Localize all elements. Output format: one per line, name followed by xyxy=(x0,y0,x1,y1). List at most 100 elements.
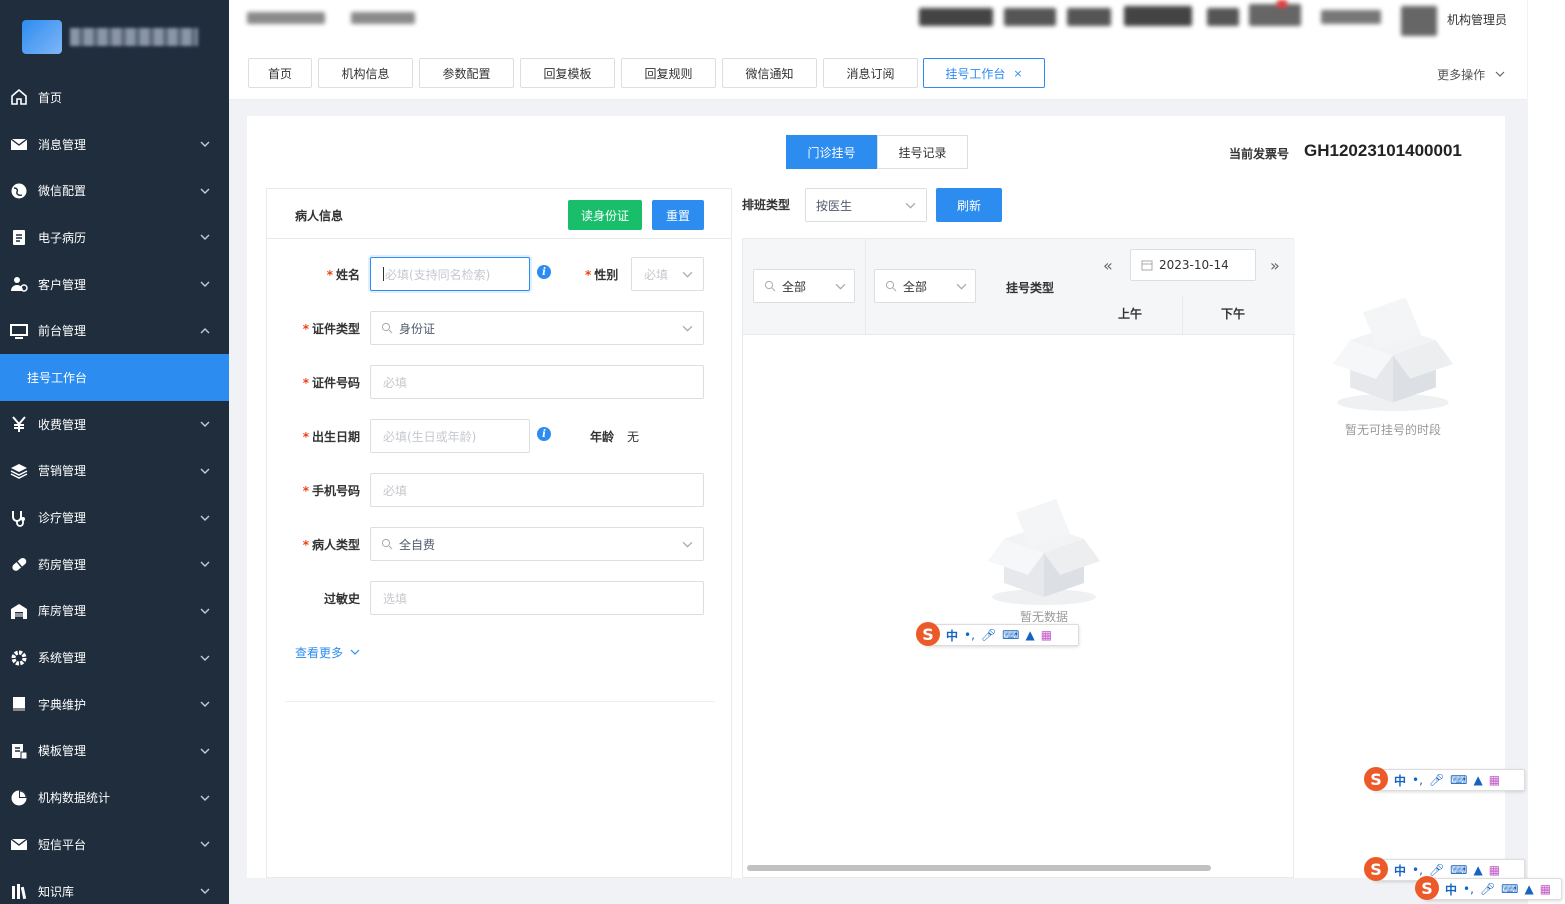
schedule-type-select[interactable]: 按医生 xyxy=(805,188,927,222)
sidebar-item-label: 收费管理 xyxy=(38,417,87,432)
user-name[interactable]: 机构管理员 xyxy=(1447,11,1507,28)
ime-mode-label[interactable]: 中 xyxy=(946,627,958,644)
ime-mode-label[interactable]: 中 xyxy=(1394,772,1406,789)
horizontal-scrollbar[interactable] xyxy=(747,865,1211,871)
allergy-row: 过敏史 选填 xyxy=(267,581,733,615)
skin-icon[interactable]: ▲ xyxy=(1473,773,1482,787)
keyboard-icon[interactable]: ⌨ xyxy=(1450,773,1467,787)
reset-button[interactable]: 重置 xyxy=(652,200,704,230)
header-blurred xyxy=(1124,6,1192,26)
sidebar-item-7[interactable]: 收费管理 xyxy=(0,401,229,448)
chevron-down-icon xyxy=(682,541,693,548)
department-filter[interactable]: 全部 xyxy=(753,269,855,303)
sidebar-item-2[interactable]: 微信配置 xyxy=(0,167,229,214)
tab-5[interactable]: 微信通知 xyxy=(722,58,817,88)
sidebar-item-3[interactable]: 电子病历 xyxy=(0,214,229,261)
prev-date-button[interactable]: « xyxy=(1103,256,1113,275)
tab-0[interactable]: 首页 xyxy=(248,58,312,88)
sidebar-item-12[interactable]: 系统管理 xyxy=(0,634,229,681)
tab-3[interactable]: 回复模板 xyxy=(520,58,615,88)
next-date-button[interactable]: » xyxy=(1270,256,1280,275)
info-icon[interactable]: i xyxy=(537,265,551,279)
sidebar-item-10[interactable]: 药房管理 xyxy=(0,541,229,588)
gender-select[interactable]: 必填 xyxy=(631,257,704,291)
sidebar-item-17[interactable]: 知识库 xyxy=(0,868,229,904)
allergy-input[interactable]: 选填 xyxy=(370,581,704,615)
ime-toolbar[interactable]: S 中 •, 🎤︎ ⌨ ▲ ▦ xyxy=(1415,876,1562,900)
tab-7[interactable]: 挂号工作台 × xyxy=(923,58,1045,88)
ime-mode-label[interactable]: 中 xyxy=(1394,862,1406,879)
skin-icon[interactable]: ▲ xyxy=(1025,628,1034,642)
tab-2[interactable]: 参数配置 xyxy=(419,58,514,88)
sidebar-item-16[interactable]: 短信平台 xyxy=(0,821,229,868)
apps-icon[interactable]: ▦ xyxy=(1489,773,1500,787)
tab-label: 回复规则 xyxy=(644,66,693,81)
sidebar-item-8[interactable]: 营销管理 xyxy=(0,448,229,495)
breadcrumb-blurred xyxy=(247,12,325,24)
keyboard-icon[interactable]: ⌨ xyxy=(1002,628,1019,642)
skin-icon[interactable]: ▲ xyxy=(1473,863,1482,877)
id-type-select[interactable]: 身份证 xyxy=(370,311,704,345)
ime-toolbar[interactable]: S 中 •, 🎤︎ ⌨ ▲ ▦ xyxy=(916,622,1079,646)
calendar-icon xyxy=(1141,260,1153,271)
tab-6[interactable]: 消息订阅 xyxy=(823,58,918,88)
skin-icon[interactable]: ▲ xyxy=(1524,882,1533,896)
sogou-logo-icon[interactable]: S xyxy=(1415,876,1439,900)
sidebar-item-label: 库房管理 xyxy=(38,604,87,619)
tab-1[interactable]: 机构信息 xyxy=(318,58,413,88)
sogou-logo-icon[interactable]: S xyxy=(1364,857,1388,881)
sidebar-item-15[interactable]: 机构数据统计 xyxy=(0,774,229,821)
close-icon[interactable]: × xyxy=(1013,67,1022,80)
tab-registration-records[interactable]: 挂号记录 xyxy=(877,135,968,169)
doctor-filter[interactable]: 全部 xyxy=(874,269,976,303)
sidebar-item-5[interactable]: 前台管理 xyxy=(0,307,229,354)
apps-icon[interactable]: ▦ xyxy=(1540,882,1551,896)
chevron-down-icon xyxy=(200,655,210,661)
tab-4[interactable]: 回复规则 xyxy=(621,58,716,88)
sidebar-item-9[interactable]: 诊疗管理 xyxy=(0,494,229,541)
punctuation-icon[interactable]: •, xyxy=(1412,863,1423,877)
id-number-input[interactable]: 必填 xyxy=(370,365,704,399)
more-actions-dropdown[interactable]: 更多操作 xyxy=(1437,66,1505,83)
avatar[interactable] xyxy=(1401,6,1437,36)
punctuation-icon[interactable]: •, xyxy=(1463,882,1474,896)
microphone-icon[interactable]: 🎤︎ xyxy=(1429,863,1444,877)
microphone-icon[interactable]: 🎤︎ xyxy=(1480,882,1495,896)
keyboard-icon[interactable]: ⌨ xyxy=(1450,863,1467,877)
sidebar-item-11[interactable]: 库房管理 xyxy=(0,588,229,635)
punctuation-icon[interactable]: •, xyxy=(1412,773,1423,787)
refresh-button[interactable]: 刷新 xyxy=(936,188,1002,222)
apps-icon[interactable]: ▦ xyxy=(1489,863,1500,877)
tab-outpatient-registration[interactable]: 门诊挂号 xyxy=(786,135,877,169)
sidebar-item-6[interactable]: 挂号工作台 xyxy=(0,354,229,401)
sidebar-item-0[interactable]: 首页 xyxy=(0,74,229,121)
patient-type-select[interactable]: 全自费 xyxy=(370,527,704,561)
ime-toolbar[interactable]: S 中 •, 🎤︎ ⌨ ▲ ▦ xyxy=(1364,767,1525,791)
ime-mode-label[interactable]: 中 xyxy=(1445,881,1457,898)
info-icon[interactable]: i xyxy=(537,427,551,441)
punctuation-icon[interactable]: •, xyxy=(964,628,975,642)
warehouse-icon xyxy=(10,602,28,620)
microphone-icon[interactable]: 🎤︎ xyxy=(1429,773,1444,787)
name-input[interactable]: 必填(支持同名检索) xyxy=(370,257,530,291)
sidebar-item-13[interactable]: 字典维护 xyxy=(0,681,229,728)
apps-icon[interactable]: ▦ xyxy=(1041,628,1052,642)
microphone-icon[interactable]: 🎤︎ xyxy=(981,628,996,642)
sidebar-item-4[interactable]: 客户管理 xyxy=(0,261,229,308)
sidebar-item-14[interactable]: 模板管理 xyxy=(0,728,229,775)
tab-label: 首页 xyxy=(267,66,292,81)
chevron-down-icon xyxy=(200,608,210,614)
birth-date-input[interactable]: 必填(生日或年龄) xyxy=(370,419,530,453)
see-more-link[interactable]: 查看更多 xyxy=(295,644,360,661)
sogou-logo-icon[interactable]: S xyxy=(916,622,940,646)
read-id-card-button[interactable]: 读身份证 xyxy=(568,200,642,230)
chevron-down-icon xyxy=(200,141,210,148)
empty-box-illustration xyxy=(1333,297,1453,411)
date-picker[interactable]: 2023-10-14 xyxy=(1130,249,1256,281)
sidebar-item-label: 知识库 xyxy=(38,884,75,899)
sidebar-item-1[interactable]: 消息管理 xyxy=(0,121,229,168)
sogou-logo-icon[interactable]: S xyxy=(1364,767,1388,791)
chevron-down-icon xyxy=(200,515,210,521)
phone-input[interactable]: 必填 xyxy=(370,473,704,507)
keyboard-icon[interactable]: ⌨ xyxy=(1501,882,1518,896)
